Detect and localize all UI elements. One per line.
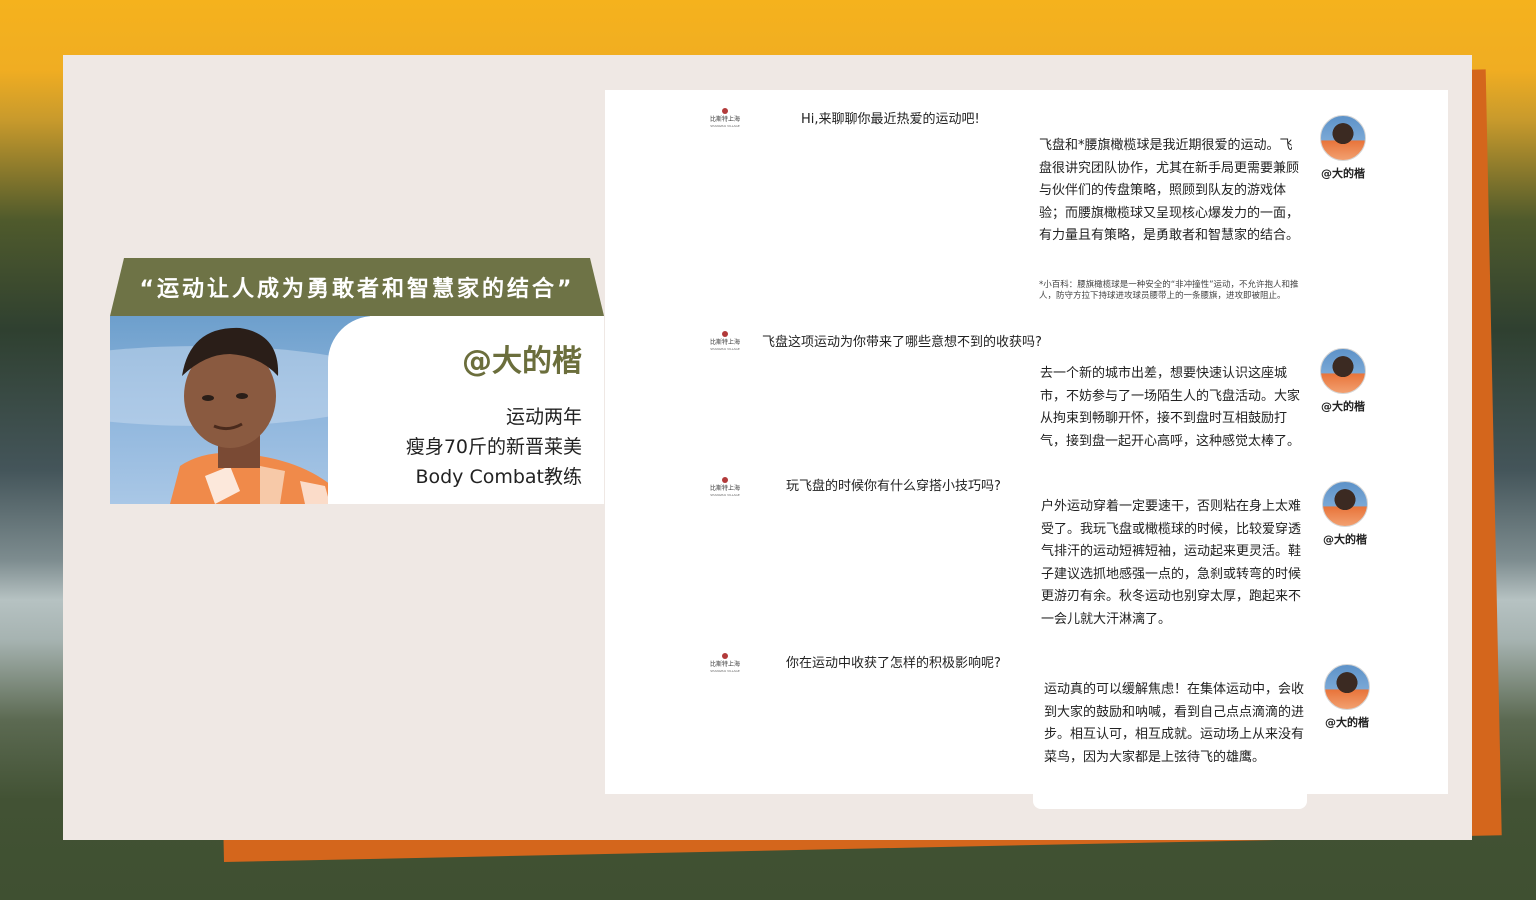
avatar [1324, 664, 1370, 710]
question-2: 飞盘这项运动为你带来了哪些意想不到的收获吗? [762, 335, 1042, 350]
logo-en: SHANGHAI VILLAGE [710, 347, 740, 351]
answer-2: 去一个新的城市出差，想要快速认识这座城市，不妨参与了一场陌生人的飞盘活动。大家从… [1040, 366, 1301, 449]
respondent-avatar: @大的楷 [1313, 115, 1373, 181]
avatar-name: @大的楷 [1321, 167, 1365, 180]
brand-logo-icon: 比斯特上海 SHANGHAI VILLAGE [703, 107, 747, 129]
respondent-avatar: @大的楷 [1315, 481, 1375, 547]
logo-cn: 比斯特上海 [710, 660, 740, 668]
logo-en: SHANGHAI VILLAGE [710, 493, 740, 497]
avatar [1320, 115, 1366, 161]
quote-text: “运动让人成为勇敢者和智慧家的结合” [139, 277, 575, 302]
logo-cn: 比斯特上海 [710, 484, 740, 492]
chat-panel: 比斯特上海 SHANGHAI VILLAGE Hi,来聊聊你最近热爱的运动吧! … [605, 90, 1448, 794]
profile-box: @大的楷 运动两年 瘦身70斤的新晋莱美 Body Combat教练 [110, 316, 604, 504]
answer-3: 户外运动穿着一定要速干，否则粘在身上太难受了。我玩飞盘或橄榄球的时候，比较爱穿透… [1041, 499, 1302, 627]
profile-handle: @大的楷 [462, 344, 582, 379]
logo-en: SHANGHAI VILLAGE [710, 669, 740, 673]
logo-cn: 比斯特上海 [710, 115, 740, 123]
answer-1: 飞盘和*腰旗橄榄球是我近期很爱的运动。飞盘很讲究团队协作，尤其在新手局更需要兼顾… [1039, 138, 1300, 243]
profile-line: Body Combat教练 [415, 466, 582, 488]
profile-line: 瘦身70斤的新晋莱美 [405, 436, 582, 458]
question-1: Hi,来聊聊你最近热爱的运动吧! [801, 112, 980, 127]
question-3: 玩飞盘的时候你有什么穿搭小技巧吗? [786, 479, 1001, 494]
avatar-name: @大的楷 [1323, 533, 1367, 546]
respondent-avatar: @大的楷 [1317, 664, 1377, 730]
respondent-avatar: @大的楷 [1313, 348, 1373, 414]
brand-logo-icon: 比斯特上海 SHANGHAI VILLAGE [703, 330, 747, 352]
brand-logo-icon: 比斯特上海 SHANGHAI VILLAGE [703, 476, 747, 498]
profile-description: 运动两年 瘦身70斤的新晋莱美 Body Combat教练 [406, 402, 582, 492]
avatar-name: @大的楷 [1321, 400, 1365, 413]
avatar [1320, 348, 1366, 394]
answer-4: 运动真的可以缓解焦虑！在集体运动中，会收到大家的鼓励和呐喊，看到自己点点滴滴的进… [1044, 682, 1305, 765]
avatar [1322, 481, 1368, 527]
chat-footer-tab [1033, 793, 1307, 809]
brand-logo-icon: 比斯特上海 SHANGHAI VILLAGE [703, 652, 747, 674]
logo-cn: 比斯特上海 [710, 338, 740, 346]
answer-1-note: *小百科：腰旗橄榄球是一种安全的“非冲撞性”运动，不允许抱人和推人，防守方拉下持… [1039, 280, 1299, 301]
question-4: 你在运动中收获了怎样的积极影响呢? [786, 656, 1001, 671]
profile-line: 运动两年 [505, 406, 582, 428]
avatar-name: @大的楷 [1325, 716, 1369, 729]
quote-banner: “运动让人成为勇敢者和智慧家的结合” [110, 258, 604, 316]
logo-en: SHANGHAI VILLAGE [710, 124, 740, 128]
